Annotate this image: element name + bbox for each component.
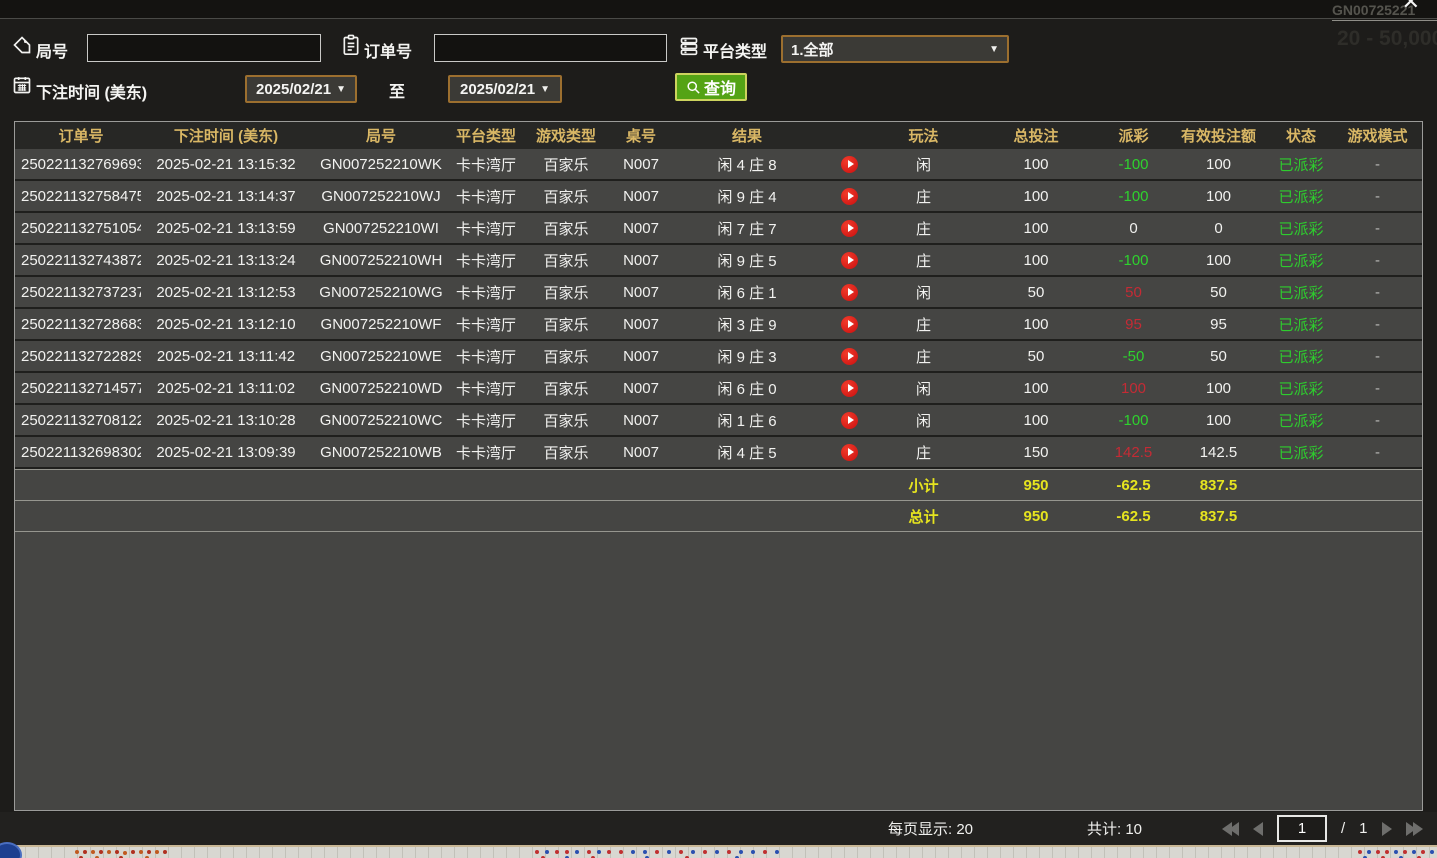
total-pages-label: 1 [1359, 820, 1367, 837]
table-row: 2502211327510542025-02-21 13:13:59GN0072… [15, 213, 1422, 245]
table-empty-area [15, 532, 1422, 810]
search-button-label: 查询 [704, 75, 736, 99]
date-to-value: 2025/02/21 [460, 81, 535, 98]
next-page-icon[interactable] [1382, 822, 1392, 836]
table-row: 2502211326983022025-02-21 13:09:39GN0072… [15, 437, 1422, 469]
column-header: 游戏类型 [521, 122, 611, 149]
table-header-row: 订单号下注时间 (美东)局号平台类型游戏类型桌号结果 玩法总投注派彩有效投注额状态… [15, 122, 1422, 149]
first-page-icon[interactable] [1222, 822, 1239, 836]
play-video-icon[interactable] [841, 412, 858, 429]
last-page-icon[interactable] [1406, 822, 1423, 836]
column-header: 状态 [1271, 122, 1331, 149]
column-header: 下注时间 (美东) [141, 122, 311, 149]
background-bleed-text: GN00725221 [1332, 2, 1437, 21]
calendar-icon [12, 75, 32, 95]
tag-icon [12, 35, 32, 55]
chevron-down-icon: ▼ [336, 84, 346, 95]
column-header: 有效投注额 [1166, 122, 1271, 149]
table-row: 2502211327286832025-02-21 13:12:10GN0072… [15, 309, 1422, 341]
search-button[interactable]: 查询 [675, 73, 747, 101]
platform-type-select[interactable]: 1.全部 ▼ [781, 35, 1009, 63]
date-range-to-label: 至 [389, 78, 405, 102]
bet-history-table: 订单号下注时间 (美东)局号平台类型游戏类型桌号结果 玩法总投注派彩有效投注额状态… [14, 121, 1423, 811]
search-icon [686, 80, 701, 95]
column-header: 结果 [671, 122, 823, 149]
current-page-input[interactable]: 1 [1277, 815, 1327, 842]
page-size-label: 每页显示: 20 [888, 818, 973, 839]
table-row: 2502211327438722025-02-21 13:13:24GN0072… [15, 245, 1422, 277]
bet-history-window: GN00725221 20 - 50,000 ✕ 局号 订单号 平台类型 1.全… [0, 0, 1437, 858]
chevron-down-icon: ▼ [540, 84, 550, 95]
table-row: 2502211327584752025-02-21 13:14:37GN0072… [15, 181, 1422, 213]
table-row: 2502211327145772025-02-21 13:11:02GN0072… [15, 373, 1422, 405]
column-header: 局号 [311, 122, 451, 149]
close-icon[interactable]: ✕ [1402, 0, 1420, 13]
round-no-label: 局号 [36, 38, 68, 62]
play-video-icon[interactable] [841, 380, 858, 397]
clipboard-icon [341, 34, 361, 56]
column-header: 平台类型 [451, 122, 521, 149]
play-video-icon[interactable] [841, 220, 858, 237]
round-no-input[interactable] [87, 34, 321, 62]
play-video-icon[interactable] [841, 284, 858, 301]
play-video-icon[interactable] [841, 156, 858, 173]
previous-page-icon[interactable] [1253, 822, 1263, 836]
play-video-icon[interactable] [841, 348, 858, 365]
column-header: 总投注 [971, 122, 1101, 149]
date-from-picker[interactable]: 2025/02/21 ▼ [245, 75, 357, 103]
platform-type-label: 平台类型 [703, 38, 767, 62]
column-header: 派彩 [1101, 122, 1166, 149]
subtotal-row: 小计950-62.5837.5 [15, 469, 1422, 500]
play-video-icon[interactable] [841, 444, 858, 461]
column-header: 游戏模式 [1331, 122, 1424, 149]
page-separator: / [1341, 820, 1345, 837]
platform-type-value: 1.全部 [791, 39, 834, 60]
play-video-icon[interactable] [841, 252, 858, 269]
column-header: 玩法 [876, 122, 971, 149]
bet-time-label: 下注时间 (美东) [36, 79, 147, 103]
title-bar [0, 0, 1437, 19]
chevron-down-icon: ▼ [989, 44, 999, 55]
date-to-picker[interactable]: 2025/02/21 ▼ [448, 75, 562, 103]
order-no-input[interactable] [434, 34, 667, 62]
background-bleed-limit: 20 - 50,000 [1337, 27, 1437, 51]
table-row: 2502211327696932025-02-21 13:15:32GN0072… [15, 149, 1422, 181]
table-row: 2502211327228292025-02-21 13:11:42GN0072… [15, 341, 1422, 373]
date-from-value: 2025/02/21 [256, 81, 331, 98]
column-header: 桌号 [611, 122, 671, 149]
column-header [823, 122, 876, 149]
table-row: 2502211327372372025-02-21 13:12:53GN0072… [15, 277, 1422, 309]
play-video-icon[interactable] [841, 188, 858, 205]
table-row: 2502211327081222025-02-21 13:10:28GN0072… [15, 405, 1422, 437]
play-video-icon[interactable] [841, 316, 858, 333]
total-row: 总计950-62.5837.5 [15, 500, 1422, 532]
total-count-label: 共计: 10 [1087, 818, 1142, 839]
background-game-strip [0, 845, 1437, 858]
column-header: 订单号 [15, 122, 141, 149]
order-no-label: 订单号 [364, 38, 412, 62]
platform-icon [679, 36, 699, 56]
pagination-bar: 每页显示: 20 共计: 10 1 / 1 [0, 812, 1437, 845]
